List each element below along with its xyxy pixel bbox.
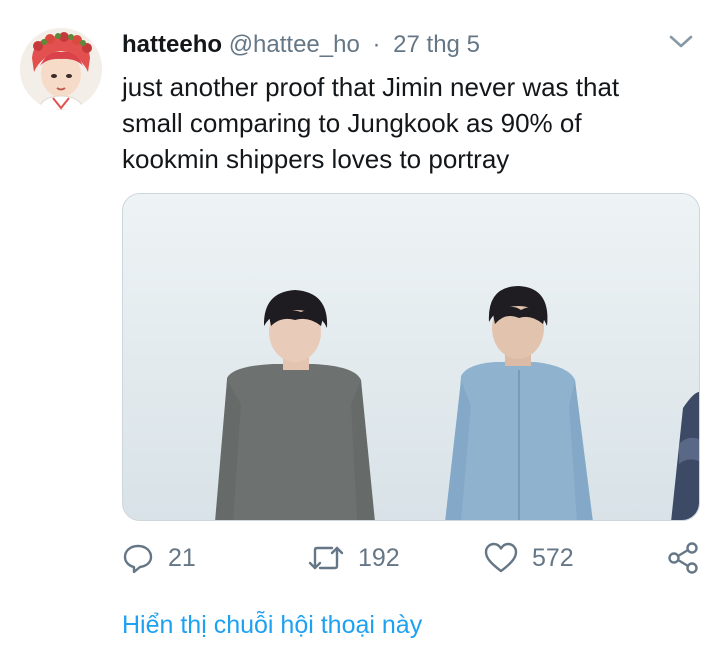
user-handle[interactable]: @hattee_ho <box>229 31 360 58</box>
tweet-header: hatteeho @hattee_ho · 27 thg 5 <box>122 30 480 60</box>
display-name[interactable]: hatteeho <box>122 31 222 58</box>
reply-button[interactable]: 21 <box>122 538 196 578</box>
avatar-illustration <box>20 28 102 110</box>
like-button[interactable]: 572 <box>484 538 574 578</box>
separator-dot: · <box>372 31 381 58</box>
reply-count: 21 <box>168 543 196 572</box>
tweet-text: just another proof that Jimin never was … <box>122 69 692 177</box>
show-thread-link[interactable]: Hiển thị chuỗi hội thoại này <box>122 608 422 642</box>
avatar[interactable] <box>20 28 102 110</box>
like-count: 572 <box>532 543 574 572</box>
tweet-actions: 21 192 572 <box>122 538 702 578</box>
tweet-date[interactable]: 27 thg 5 <box>393 31 480 58</box>
media-photo <box>123 194 699 520</box>
share-icon <box>668 542 698 574</box>
chevron-down-icon[interactable] <box>668 34 694 50</box>
retweet-icon <box>308 546 344 570</box>
tweet[interactable]: hatteeho @hattee_ho · 27 thg 5 just anot… <box>0 0 720 656</box>
share-button[interactable] <box>666 538 714 578</box>
tweet-text-line: kookmin shippers loves to portray <box>122 144 510 174</box>
retweet-count: 192 <box>358 543 400 572</box>
heart-icon <box>484 542 518 573</box>
retweet-button[interactable]: 192 <box>308 538 400 578</box>
tweet-media[interactable] <box>122 193 700 521</box>
tweet-text-line: small comparing to Jungkook as 90% of <box>122 108 582 138</box>
reply-icon <box>123 544 153 574</box>
tweet-text-line: just another proof that Jimin never was … <box>122 72 620 102</box>
